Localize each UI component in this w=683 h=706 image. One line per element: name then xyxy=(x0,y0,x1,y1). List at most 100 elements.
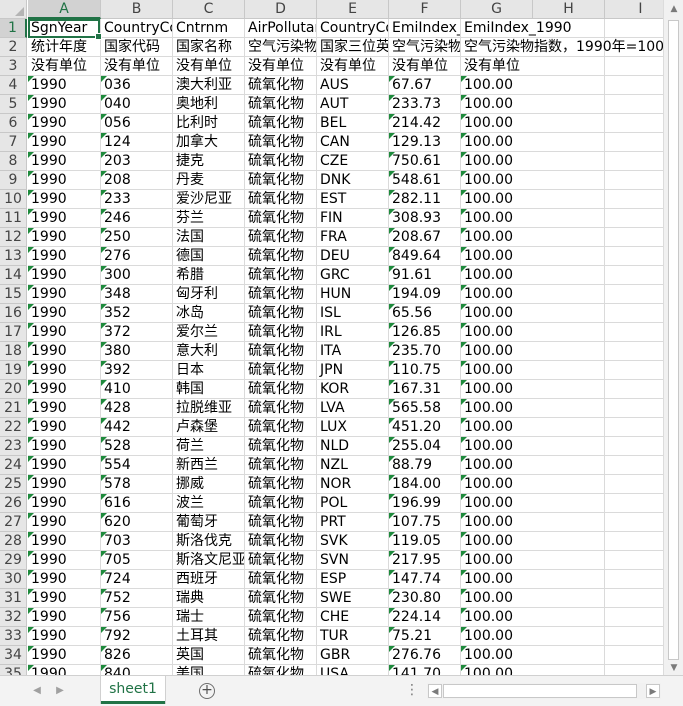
next-sheet-icon[interactable]: ▶ xyxy=(53,684,67,698)
cell-f14[interactable]: 91.61 xyxy=(389,266,461,285)
cell-e35[interactable]: USA xyxy=(317,665,389,675)
cell-a2[interactable]: 统计年度 xyxy=(28,38,101,57)
cell-d29[interactable]: 硫氧化物 xyxy=(245,551,317,570)
cell-e17[interactable]: IRL xyxy=(317,323,389,342)
cell-b13[interactable]: 276 xyxy=(101,247,173,266)
cell-a4[interactable]: 1990 xyxy=(28,76,101,95)
cell-b35[interactable]: 840 xyxy=(101,665,173,675)
row-header-34[interactable]: 34 xyxy=(0,646,27,665)
cell-c5[interactable]: 奥地利 xyxy=(173,95,245,114)
cell-d30[interactable]: 硫氧化物 xyxy=(245,570,317,589)
cell-b27[interactable]: 620 xyxy=(101,513,173,532)
cell-d7[interactable]: 硫氧化物 xyxy=(245,133,317,152)
row-header-5[interactable]: 5 xyxy=(0,95,27,114)
cell-f21[interactable]: 565.58 xyxy=(389,399,461,418)
cell-f35[interactable]: 141.70 xyxy=(389,665,461,675)
cell-d8[interactable]: 硫氧化物 xyxy=(245,152,317,171)
cell-d9[interactable]: 硫氧化物 xyxy=(245,171,317,190)
cell-a23[interactable]: 1990 xyxy=(28,437,101,456)
cell-g11[interactable]: 100.00 xyxy=(461,209,663,228)
cell-a31[interactable]: 1990 xyxy=(28,589,101,608)
cell-g24[interactable]: 100.00 xyxy=(461,456,663,475)
cell-f20[interactable]: 167.31 xyxy=(389,380,461,399)
cell-a33[interactable]: 1990 xyxy=(28,627,101,646)
cell-e21[interactable]: LVA xyxy=(317,399,389,418)
cell-f2[interactable]: 空气污染物 xyxy=(389,38,461,57)
cell-d34[interactable]: 硫氧化物 xyxy=(245,646,317,665)
cell-g10[interactable]: 100.00 xyxy=(461,190,663,209)
cell-g4[interactable]: 100.00 xyxy=(461,76,663,95)
cell-c8[interactable]: 捷克 xyxy=(173,152,245,171)
cell-e28[interactable]: SVK xyxy=(317,532,389,551)
cell-d17[interactable]: 硫氧化物 xyxy=(245,323,317,342)
cell-d18[interactable]: 硫氧化物 xyxy=(245,342,317,361)
cell-g29[interactable]: 100.00 xyxy=(461,551,663,570)
cell-a3[interactable]: 没有单位 xyxy=(28,57,101,76)
column-header-d[interactable]: D xyxy=(245,0,317,19)
cell-g2[interactable]: 空气污染物指数，1990年=100 xyxy=(461,38,663,57)
cell-d5[interactable]: 硫氧化物 xyxy=(245,95,317,114)
cell-b4[interactable]: 036 xyxy=(101,76,173,95)
cell-e13[interactable]: DEU xyxy=(317,247,389,266)
cell-e22[interactable]: LUX xyxy=(317,418,389,437)
cell-b10[interactable]: 233 xyxy=(101,190,173,209)
cell-f15[interactable]: 194.09 xyxy=(389,285,461,304)
column-header-g[interactable]: G xyxy=(461,0,533,19)
cell-f10[interactable]: 282.11 xyxy=(389,190,461,209)
cell-g14[interactable]: 100.00 xyxy=(461,266,663,285)
cell-c29[interactable]: 斯洛文尼亚 xyxy=(173,551,245,570)
cell-f13[interactable]: 849.64 xyxy=(389,247,461,266)
cell-e1[interactable]: CountryCo xyxy=(317,19,389,38)
row-header-4[interactable]: 4 xyxy=(0,76,27,95)
cell-a27[interactable]: 1990 xyxy=(28,513,101,532)
cell-d19[interactable]: 硫氧化物 xyxy=(245,361,317,380)
row-header-13[interactable]: 13 xyxy=(0,247,27,266)
cell-f23[interactable]: 255.04 xyxy=(389,437,461,456)
row-header-25[interactable]: 25 xyxy=(0,475,27,494)
cell-g28[interactable]: 100.00 xyxy=(461,532,663,551)
cell-c28[interactable]: 斯洛伐克 xyxy=(173,532,245,551)
cell-e9[interactable]: DNK xyxy=(317,171,389,190)
cell-a30[interactable]: 1990 xyxy=(28,570,101,589)
cell-a32[interactable]: 1990 xyxy=(28,608,101,627)
row-header-15[interactable]: 15 xyxy=(0,285,27,304)
row-header-14[interactable]: 14 xyxy=(0,266,27,285)
cell-e12[interactable]: FRA xyxy=(317,228,389,247)
more-options-icon[interactable]: ⋮ xyxy=(405,682,419,698)
row-header-31[interactable]: 31 xyxy=(0,589,27,608)
cell-e31[interactable]: SWE xyxy=(317,589,389,608)
cell-c24[interactable]: 新西兰 xyxy=(173,456,245,475)
cell-b21[interactable]: 428 xyxy=(101,399,173,418)
cell-e23[interactable]: NLD xyxy=(317,437,389,456)
cell-c21[interactable]: 拉脱维亚 xyxy=(173,399,245,418)
cell-d23[interactable]: 硫氧化物 xyxy=(245,437,317,456)
cell-b24[interactable]: 554 xyxy=(101,456,173,475)
cell-c26[interactable]: 波兰 xyxy=(173,494,245,513)
row-header-28[interactable]: 28 xyxy=(0,532,27,551)
cell-f3[interactable]: 没有单位 xyxy=(389,57,461,76)
cell-c13[interactable]: 德国 xyxy=(173,247,245,266)
cell-c11[interactable]: 芬兰 xyxy=(173,209,245,228)
cell-g27[interactable]: 100.00 xyxy=(461,513,663,532)
cell-b1[interactable]: CountryCo xyxy=(101,19,173,38)
cell-f19[interactable]: 110.75 xyxy=(389,361,461,380)
row-header-24[interactable]: 24 xyxy=(0,456,27,475)
cell-b23[interactable]: 528 xyxy=(101,437,173,456)
row-header-7[interactable]: 7 xyxy=(0,133,27,152)
cell-f4[interactable]: 67.67 xyxy=(389,76,461,95)
row-header-16[interactable]: 16 xyxy=(0,304,27,323)
cell-b3[interactable]: 没有单位 xyxy=(101,57,173,76)
cell-g32[interactable]: 100.00 xyxy=(461,608,663,627)
cell-b2[interactable]: 国家代码 xyxy=(101,38,173,57)
cell-b9[interactable]: 208 xyxy=(101,171,173,190)
cell-g33[interactable]: 100.00 xyxy=(461,627,663,646)
cell-a35[interactable]: 1990 xyxy=(28,665,101,675)
cell-b11[interactable]: 246 xyxy=(101,209,173,228)
cell-c14[interactable]: 希腊 xyxy=(173,266,245,285)
cell-b28[interactable]: 703 xyxy=(101,532,173,551)
cell-f7[interactable]: 129.13 xyxy=(389,133,461,152)
cell-e7[interactable]: CAN xyxy=(317,133,389,152)
add-sheet-button[interactable]: + xyxy=(199,683,215,699)
cell-f6[interactable]: 214.42 xyxy=(389,114,461,133)
scroll-right-icon[interactable]: ▶ xyxy=(646,684,660,698)
